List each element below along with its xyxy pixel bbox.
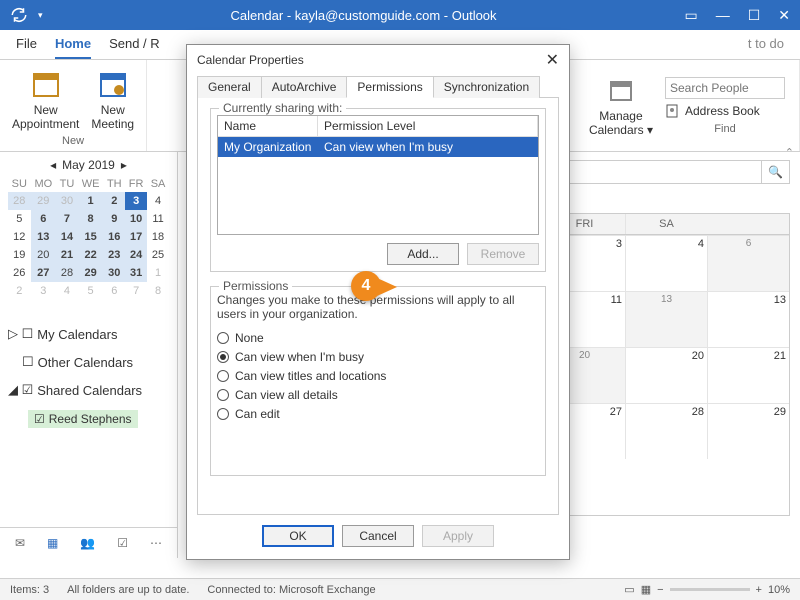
mini-cal-grid[interactable]: SUMOTUWETHFRSA 2829301234 567891011 1213… [8, 176, 169, 300]
perm-option-titles[interactable]: Can view titles and locations [217, 369, 539, 383]
add-button[interactable]: Add... [387, 243, 459, 265]
address-book-icon [665, 103, 681, 119]
ribbon-group-find-label: Find [665, 123, 785, 135]
manage-calendars-icon [605, 74, 637, 106]
search-people-input[interactable] [665, 77, 785, 99]
calendar-properties-dialog: Calendar Properties ✕ General AutoArchiv… [186, 44, 570, 560]
status-items: Items: 3 [10, 584, 49, 596]
shared-calendar-reed[interactable]: ☑ Reed Stephens [28, 410, 138, 428]
dialog-tab-sync[interactable]: Synchronization [433, 76, 540, 98]
sidebar: ◂ May 2019 ▸ SUMOTUWETHFRSA 2829301234 5… [0, 152, 178, 558]
zoom-control[interactable]: ▭ ▦ −+ 10% [624, 583, 790, 596]
calendar-icon[interactable]: ▦ [47, 536, 58, 550]
cancel-button[interactable]: Cancel [342, 525, 414, 547]
dialog-tab-general[interactable]: General [197, 76, 262, 98]
my-calendars-group[interactable]: ▷ ☐ My Calendars [8, 326, 169, 342]
tasks-icon[interactable]: ☑ [117, 536, 128, 550]
close-window-icon[interactable]: ✕ [778, 7, 790, 24]
dialog-tab-permissions[interactable]: Permissions [346, 76, 433, 98]
collapse-ribbon-icon[interactable]: ⌃ [785, 146, 794, 159]
remove-button[interactable]: Remove [467, 243, 539, 265]
titlebar: ▾ Calendar - kayla@customguide.com - Out… [0, 0, 800, 30]
step-callout-4: 4 [351, 271, 381, 301]
sharing-fieldset: Currently sharing with: Name Permission … [210, 108, 546, 272]
apply-button[interactable]: Apply [422, 525, 494, 547]
sharing-list[interactable]: Name Permission Level My Organization Ca… [217, 115, 539, 235]
view-normal-icon[interactable]: ▭ [624, 583, 634, 596]
new-appointment-button[interactable]: New Appointment [12, 64, 79, 135]
nav-icons: ✉ ▦ 👥 ☑ ⋯ [0, 527, 177, 558]
view-list-icon[interactable]: ▦ [641, 583, 651, 596]
search-icon[interactable]: 🔍 [762, 160, 790, 184]
tab-file[interactable]: File [16, 36, 37, 59]
people-icon[interactable]: 👥 [80, 536, 95, 550]
tell-me[interactable]: t to do [748, 36, 784, 59]
shared-calendars-group[interactable]: ◢ ☑ Shared Calendars [8, 382, 169, 398]
new-meeting-button[interactable]: New Meeting [91, 64, 134, 135]
minimize-icon[interactable]: — [716, 7, 730, 24]
manage-calendars-button[interactable]: Manage Calendars ▾ [589, 74, 653, 137]
calendar-groups: ▷ ☐ My Calendars ☐ Other Calendars ◢ ☑ S… [0, 306, 177, 436]
calendar-appointment-icon [30, 68, 62, 100]
status-connected: Connected to: Microsoft Exchange [207, 584, 375, 596]
calendar-meeting-icon [97, 68, 129, 100]
sharing-row-selected[interactable]: My Organization Can view when I'm busy [218, 137, 538, 157]
col-name: Name [218, 116, 318, 136]
maximize-icon[interactable]: ☐ [748, 7, 761, 24]
more-nav-icon[interactable]: ⋯ [150, 536, 162, 550]
permissions-fieldset: Permissions Changes you make to these pe… [210, 286, 546, 476]
account-icon[interactable]: ▭ [684, 7, 697, 24]
next-month-icon[interactable]: ▸ [121, 158, 127, 172]
other-calendars-group[interactable]: ☐ Other Calendars [8, 354, 169, 370]
mail-icon[interactable]: ✉ [15, 536, 25, 550]
tab-home[interactable]: Home [55, 36, 91, 59]
mini-cal-month: May 2019 [62, 158, 115, 172]
perm-option-edit[interactable]: Can edit [217, 407, 539, 421]
zoom-percent: 10% [768, 584, 790, 596]
ok-button[interactable]: OK [262, 525, 334, 547]
mini-calendar[interactable]: ◂ May 2019 ▸ SUMOTUWETHFRSA 2829301234 5… [0, 152, 177, 306]
dialog-tab-autoarchive[interactable]: AutoArchive [261, 76, 348, 98]
prev-month-icon[interactable]: ◂ [50, 158, 56, 172]
ribbon-group-new-label: New [62, 135, 84, 147]
refresh-icon[interactable] [10, 6, 28, 24]
window-title: Calendar - kayla@customguide.com - Outlo… [43, 8, 685, 23]
perm-option-busy[interactable]: Can view when I'm busy [217, 350, 539, 364]
dialog-close-icon[interactable]: ✕ [546, 50, 559, 70]
permissions-legend: Permissions [219, 279, 292, 293]
perm-option-none[interactable]: None [217, 331, 539, 345]
sharing-legend: Currently sharing with: [219, 101, 346, 115]
col-permission: Permission Level [318, 116, 538, 136]
tab-sendreceive[interactable]: Send / R [109, 36, 160, 59]
status-folders: All folders are up to date. [67, 584, 189, 596]
status-bar: Items: 3 All folders are up to date. Con… [0, 578, 800, 600]
perm-option-all[interactable]: Can view all details [217, 388, 539, 402]
dialog-title: Calendar Properties [197, 53, 304, 67]
address-book-button[interactable]: Address Book [665, 103, 785, 119]
